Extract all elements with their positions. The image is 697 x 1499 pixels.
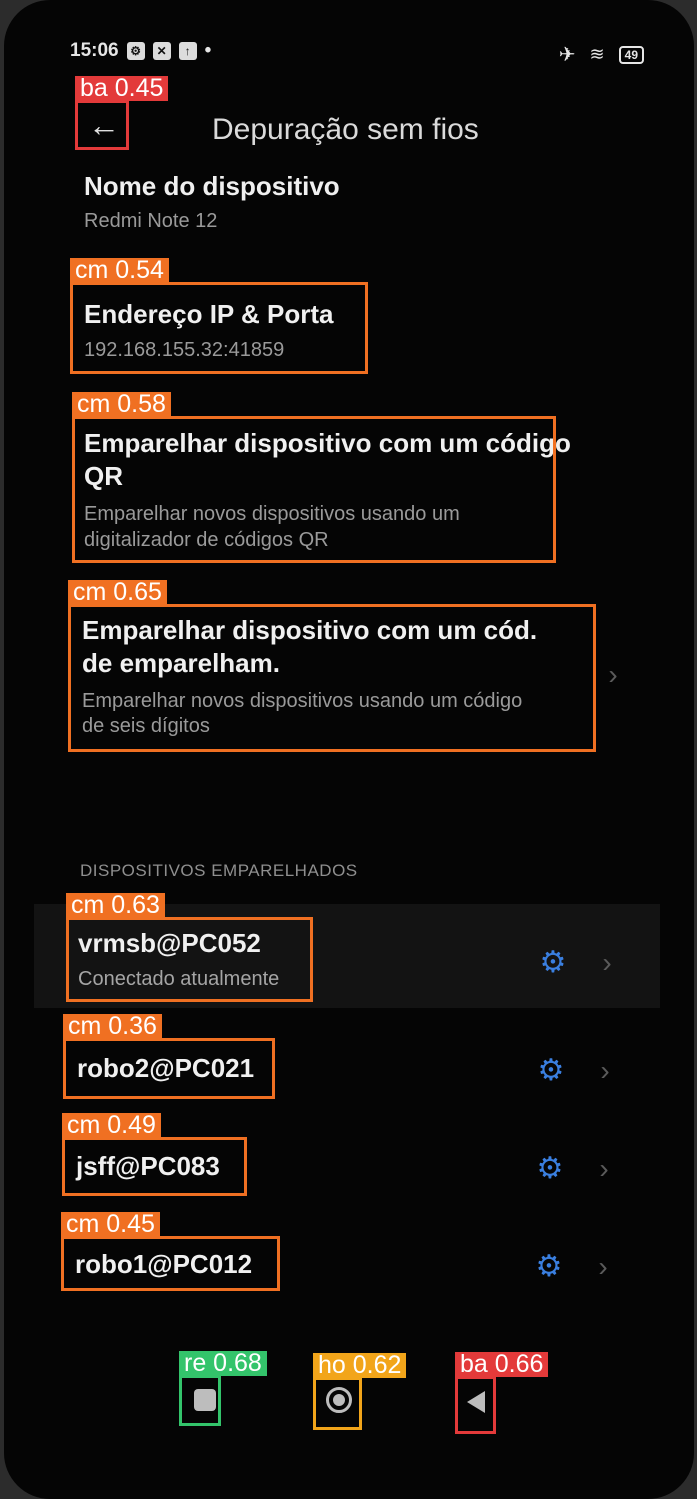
annotation-box: ho 0.62: [313, 1353, 407, 1430]
chevron-right-icon: ›: [608, 659, 618, 690]
annotation-box: ba 0.45: [75, 76, 169, 150]
status-time: 15:06: [70, 40, 119, 61]
annotation-box: cm 0.63: [66, 893, 313, 1002]
notification-status-icon: ✕: [152, 42, 171, 60]
wifi-icon: ≋: [589, 44, 605, 64]
gear-icon[interactable]: ⚙: [534, 1054, 568, 1088]
gear-icon[interactable]: ⚙: [532, 1250, 566, 1284]
annotation-label: cm 0.49: [62, 1113, 161, 1138]
status-dot: •: [204, 40, 212, 61]
chevron-right-icon: ›: [599, 1153, 609, 1184]
annotation-label: cm 0.58: [72, 392, 171, 417]
annotation-box: ba 0.66: [455, 1352, 549, 1434]
annotation-box: cm 0.36: [63, 1014, 275, 1099]
annotation-box: cm 0.45: [61, 1212, 280, 1291]
chevron-right-icon: ›: [602, 947, 612, 978]
settings-status-icon: ⚙: [126, 42, 145, 60]
page-title: Depuração sem fios: [212, 113, 479, 146]
device-name-value: Redmi Note 12: [84, 210, 218, 232]
annotation-box: cm 0.58: [72, 392, 556, 563]
annotation-label: cm 0.65: [68, 580, 167, 605]
status-bar-right: ✈ ≋ 49: [559, 42, 644, 67]
annotation-label: ho 0.62: [313, 1353, 407, 1378]
gear-icon[interactable]: ⚙: [536, 946, 570, 980]
status-bar: 15:06 ⚙ ✕ ↑ •: [70, 40, 211, 62]
annotation-label: re 0.68: [179, 1351, 267, 1376]
annotation-box: re 0.68: [179, 1351, 267, 1426]
airplane-icon: ✈: [558, 44, 576, 66]
chevron-right-icon: ›: [600, 1055, 610, 1086]
gear-icon[interactable]: ⚙: [533, 1152, 567, 1186]
upload-status-icon: ↑: [178, 42, 197, 60]
annotation-label: ba 0.66: [455, 1352, 549, 1377]
annotation-box: cm 0.49: [62, 1113, 247, 1196]
paired-devices-header: DISPOSITIVOS EMPARELHADOS: [80, 861, 358, 880]
battery-indicator: 49: [618, 45, 644, 64]
annotation-label: ba 0.45: [75, 76, 169, 101]
annotation-box: cm 0.65: [68, 580, 596, 752]
annotation-box: cm 0.54: [70, 258, 368, 374]
annotation-label: cm 0.63: [66, 893, 165, 918]
chevron-right-icon: ›: [598, 1251, 608, 1282]
device-name-label: Nome do dispositivo: [84, 171, 340, 201]
annotation-label: cm 0.36: [63, 1014, 162, 1039]
annotation-label: cm 0.54: [70, 258, 169, 283]
annotation-label: cm 0.45: [61, 1212, 160, 1237]
